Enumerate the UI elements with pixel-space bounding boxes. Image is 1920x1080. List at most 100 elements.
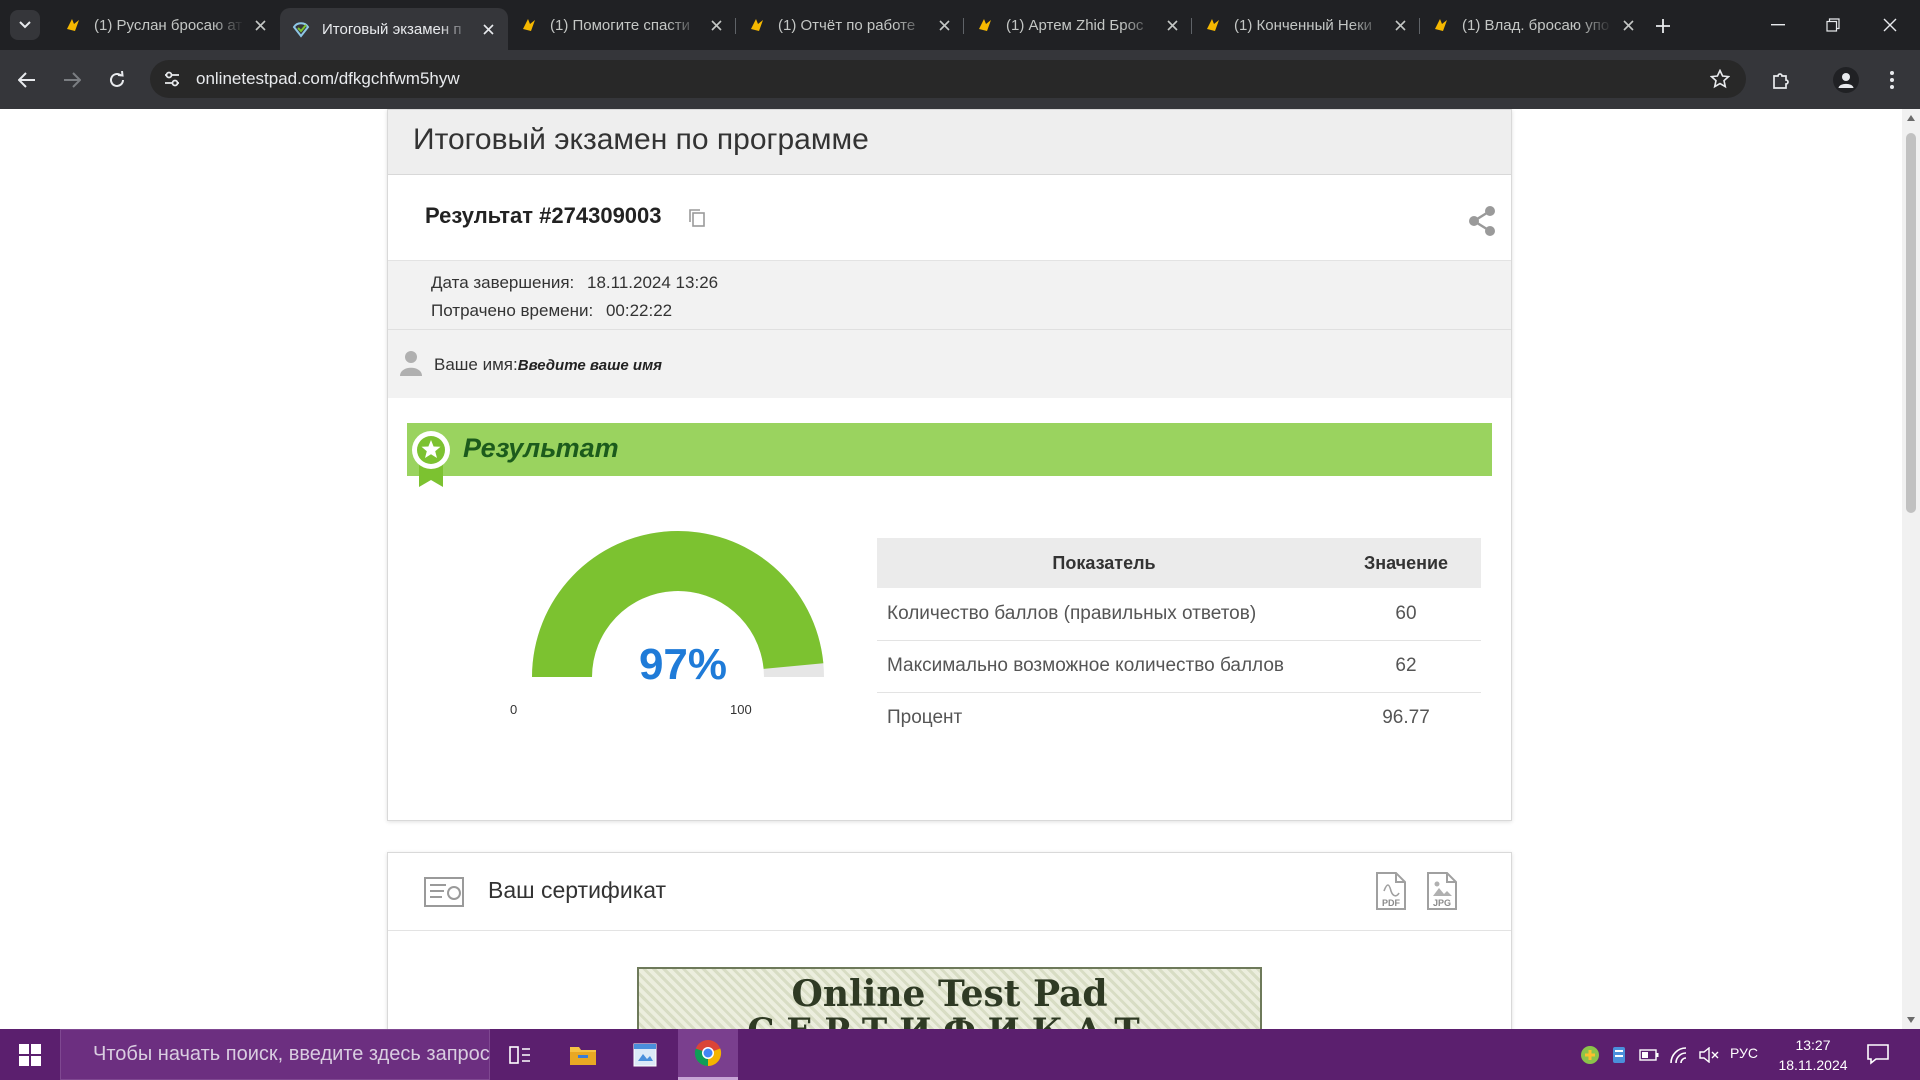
- task-view-icon: [509, 1045, 530, 1064]
- minimize-button[interactable]: [1760, 10, 1796, 40]
- site-settings-icon[interactable]: [162, 69, 182, 89]
- zaycev-favicon-icon: [1435, 19, 1447, 31]
- page-scrollbar[interactable]: [1902, 109, 1920, 1029]
- chrome-icon: [694, 1040, 722, 1067]
- close-icon[interactable]: [706, 15, 726, 35]
- certificate-title: Ваш сертификат: [488, 877, 667, 903]
- taskbar-app-store[interactable]: [615, 1029, 675, 1080]
- row-label: Процент: [887, 707, 963, 729]
- user-icon: [400, 351, 422, 376]
- zaycev-favicon-icon: [67, 19, 79, 31]
- row-label: Количество баллов (правильных ответов): [877, 588, 1331, 641]
- taskbar-chrome[interactable]: [678, 1029, 738, 1080]
- close-window-button[interactable]: [1872, 10, 1908, 40]
- restore-icon: [1826, 18, 1840, 32]
- table-row: Процент 96.77: [877, 692, 1481, 744]
- result-card: Итоговый экзамен по программе Результат …: [387, 109, 1512, 821]
- input-language[interactable]: РУС: [1730, 1045, 1758, 1061]
- close-icon[interactable]: [1162, 15, 1182, 35]
- reload-button[interactable]: [101, 64, 133, 96]
- tray-battery[interactable]: [1635, 1029, 1663, 1080]
- name-label: Ваше имя:Введите ваше имя: [434, 355, 663, 374]
- scroll-down-icon[interactable]: [1907, 1017, 1915, 1023]
- tab-5[interactable]: (1) Конченный Неки: [1192, 8, 1420, 42]
- completed-label: Дата завершения:: [431, 273, 575, 292]
- windows-logo-icon: [19, 1043, 41, 1066]
- time-row: Потрачено времени: 00:22:22: [431, 297, 1468, 325]
- completed-row: Дата завершения: 18.11.2024 13:26: [431, 269, 1468, 297]
- column-header-value: Значение: [1331, 538, 1481, 588]
- database-icon: [1613, 1046, 1625, 1063]
- page-viewport: Итоговый экзамен по программе Результат …: [0, 109, 1902, 1029]
- reload-icon: [110, 71, 124, 87]
- zaycev-favicon-icon: [751, 19, 763, 31]
- new-tab-button[interactable]: [1650, 13, 1676, 39]
- tray-wifi[interactable]: [1665, 1029, 1693, 1080]
- jpg-download-icon[interactable]: JPG: [1426, 871, 1458, 911]
- page-title: Итоговый экзамен по программе: [413, 123, 869, 156]
- tab-search-button[interactable]: [10, 10, 40, 40]
- close-icon[interactable]: [478, 19, 498, 39]
- scroll-up-icon[interactable]: [1907, 115, 1915, 121]
- tray-app-icon[interactable]: [1575, 1029, 1605, 1080]
- scrollbar-thumb[interactable]: [1906, 133, 1916, 513]
- menu-button[interactable]: [1876, 64, 1908, 96]
- certificate-card: Ваш сертификат PDF JPG Online Test Pad С…: [387, 852, 1512, 1029]
- result-banner: Результат: [407, 423, 1492, 487]
- table-row: Количество баллов (правильных ответов) 6…: [877, 588, 1481, 641]
- pdf-download-icon[interactable]: PDF: [1375, 871, 1407, 911]
- result-header: Результат #274309003: [388, 175, 1511, 261]
- gauge-max-label: 100: [730, 702, 752, 717]
- name-row: Ваше имя:Введите ваше имя: [388, 330, 1511, 398]
- puzzle-icon: [1773, 73, 1789, 89]
- taskbar-search[interactable]: Чтобы начать поиск, введите здесь запрос: [60, 1029, 490, 1080]
- certificate-preview[interactable]: Online Test Pad СЕРТИФИКАТ: [637, 967, 1262, 1029]
- taskbar-clock[interactable]: 13:27 18.11.2024: [1768, 1035, 1858, 1075]
- restore-button[interactable]: [1815, 10, 1851, 40]
- tab-1[interactable]: Итоговый экзамен п: [280, 8, 508, 50]
- tab-6[interactable]: (1) Влад. бросаю упо: [1420, 8, 1648, 42]
- arrow-left-icon: [18, 72, 35, 88]
- url-text[interactable]: onlinetestpad.com/dfkgchfwm5hyw: [196, 69, 460, 89]
- bookmark-star-icon[interactable]: [1710, 69, 1730, 89]
- close-icon[interactable]: [250, 15, 270, 35]
- person-icon: [1838, 73, 1854, 88]
- taskbar: Чтобы начать поиск, введите здесь запрос…: [0, 1029, 1920, 1080]
- share-icon[interactable]: [1467, 205, 1497, 237]
- tray-volume[interactable]: [1695, 1029, 1723, 1080]
- close-icon[interactable]: [1390, 15, 1410, 35]
- tray-security-icon[interactable]: [1605, 1029, 1633, 1080]
- award-ribbon-icon: [412, 431, 450, 487]
- forward-button[interactable]: [56, 64, 88, 96]
- pdf-label: PDF: [1382, 898, 1401, 908]
- zaycev-favicon-icon: [523, 19, 535, 31]
- tab-0[interactable]: (1) Руслан бросаю ат: [52, 8, 280, 42]
- plus-circle-icon: [1581, 1045, 1599, 1064]
- address-bar[interactable]: onlinetestpad.com/dfkgchfwm5hyw: [150, 60, 1746, 98]
- notification-center-icon[interactable]: [1866, 1042, 1890, 1066]
- zaycev-favicon-icon: [1207, 19, 1219, 31]
- row-value: 60: [1331, 588, 1481, 641]
- tab-3[interactable]: (1) Отчёт по работе: [736, 8, 964, 42]
- name-input[interactable]: Введите ваше имя: [518, 357, 662, 374]
- task-view-button[interactable]: [490, 1029, 550, 1080]
- tab-2[interactable]: (1) Помогите спасти: [508, 8, 736, 42]
- gauge-percent: 97%: [638, 640, 728, 689]
- tab-strip: (1) Руслан бросаю ат Итоговый экзамен п …: [0, 0, 1920, 50]
- back-button[interactable]: [11, 64, 43, 96]
- card-header: Итоговый экзамен по программе: [388, 110, 1511, 175]
- taskbar-file-explorer[interactable]: [553, 1029, 613, 1080]
- profile-button[interactable]: [1830, 64, 1862, 96]
- close-icon[interactable]: [934, 15, 954, 35]
- tab-4[interactable]: (1) Артем Zhid Брос: [964, 8, 1192, 42]
- score-gauge: [532, 530, 824, 677]
- search-placeholder: Чтобы начать поиск, введите здесь запрос: [93, 1043, 490, 1065]
- kebab-menu-icon: [1890, 71, 1894, 89]
- start-button[interactable]: [0, 1029, 60, 1080]
- copy-icon[interactable]: [688, 208, 706, 228]
- close-icon: [1883, 18, 1897, 32]
- app-window-icon: [633, 1043, 657, 1066]
- close-icon[interactable]: [1618, 15, 1638, 35]
- minimize-icon: [1771, 24, 1785, 26]
- extensions-button[interactable]: [1765, 64, 1797, 96]
